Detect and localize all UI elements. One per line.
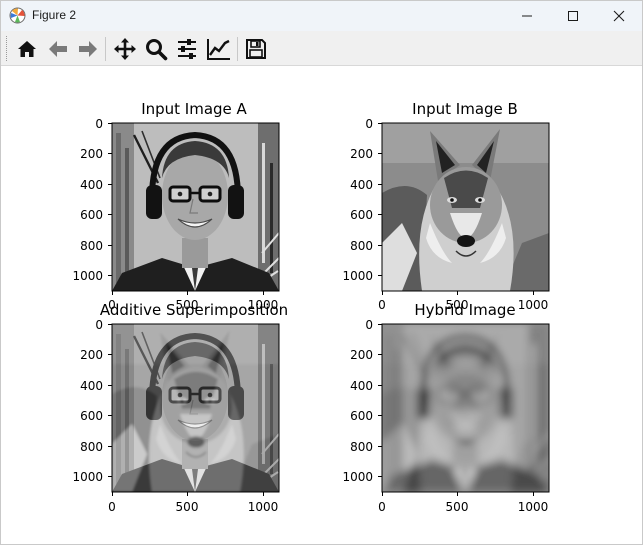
subplots-icon — [178, 39, 196, 59]
panel-additive-superimposition: Additive Superimposition 0 200 400 600 8… — [72, 301, 288, 514]
save-icon — [246, 39, 266, 59]
y-axis-a: 0 200 400 600 800 1000 — [72, 117, 112, 283]
y-tick-label: 400 — [350, 178, 373, 192]
image-input-a — [112, 123, 279, 291]
x-tick-label: 0 — [378, 500, 386, 514]
y-tick-label: 800 — [350, 440, 373, 454]
y-tick-label: 0 — [95, 318, 103, 332]
panel-hybrid-image: Hybrid Image 0 200 400 600 800 1000 0 50… — [342, 301, 550, 514]
save-button[interactable] — [242, 35, 270, 63]
matplotlib-app-icon — [9, 7, 26, 24]
close-icon — [613, 10, 625, 22]
y-tick-label: 200 — [80, 348, 103, 362]
navigation-toolbar — [1, 31, 642, 66]
figure-canvas[interactable]: Input Image A 0 200 400 600 800 1000 0 5… — [1, 67, 642, 544]
image-additive-superimposition — [112, 324, 279, 492]
y-tick-label: 200 — [80, 147, 103, 161]
edit-axis-button[interactable] — [205, 35, 233, 63]
home-icon — [18, 41, 36, 57]
x-tick-label: 0 — [108, 500, 116, 514]
back-button[interactable] — [44, 35, 72, 63]
window-title: Figure 2 — [32, 8, 77, 22]
y-tick-label: 600 — [80, 208, 103, 222]
back-arrow-icon — [49, 41, 67, 57]
x-axis-d: 0 500 1000 — [378, 492, 548, 514]
x-tick-label: 500 — [176, 500, 199, 514]
panel-input-image-a: Input Image A 0 200 400 600 800 1000 0 5… — [72, 100, 280, 312]
x-tick-label: 500 — [446, 500, 469, 514]
figure-svg: Input Image A 0 200 400 600 800 1000 0 5… — [72, 100, 550, 514]
y-tick-label: 1000 — [342, 269, 373, 283]
image-hybrid — [382, 324, 549, 492]
y-tick-label: 400 — [80, 379, 103, 393]
y-tick-label: 0 — [95, 117, 103, 131]
y-tick-label: 800 — [350, 239, 373, 253]
pan-button[interactable] — [111, 35, 139, 63]
y-tick-label: 1000 — [342, 470, 373, 484]
panel-title-c: Additive Superimposition — [100, 301, 288, 319]
y-tick-label: 600 — [80, 409, 103, 423]
panel-input-image-b: Input Image B 0 200 400 600 800 1000 0 5… — [342, 100, 550, 312]
toolbar-separator — [105, 37, 106, 61]
close-button[interactable] — [596, 1, 642, 31]
y-tick-label: 800 — [80, 440, 103, 454]
x-axis-c: 0 500 1000 — [108, 492, 278, 514]
toolbar-grip[interactable] — [6, 36, 9, 61]
pan-icon — [114, 38, 136, 60]
toolbar-separator — [237, 37, 238, 61]
figure-window: Figure 2 Input Image A 0 200 400 600 800… — [0, 0, 643, 545]
x-tick-label: 1000 — [518, 500, 549, 514]
configure-subplots-button[interactable] — [173, 35, 201, 63]
y-tick-label: 200 — [350, 348, 373, 362]
y-axis-c: 0 200 400 600 800 1000 — [72, 318, 112, 484]
zoom-button[interactable] — [142, 35, 170, 63]
minimize-icon — [522, 15, 532, 17]
y-axis-d: 0 200 400 600 800 1000 — [342, 318, 382, 484]
y-tick-label: 1000 — [72, 269, 103, 283]
home-button[interactable] — [13, 35, 41, 63]
y-tick-label: 200 — [350, 147, 373, 161]
y-tick-label: 0 — [365, 117, 373, 131]
title-bar[interactable]: Figure 2 — [1, 1, 642, 31]
forward-button[interactable] — [74, 35, 102, 63]
y-tick-label: 400 — [350, 379, 373, 393]
y-tick-label: 400 — [80, 178, 103, 192]
forward-arrow-icon — [79, 41, 97, 57]
panel-title-b: Input Image B — [412, 100, 518, 118]
y-tick-label: 600 — [350, 409, 373, 423]
maximize-icon — [568, 11, 578, 21]
image-input-b — [382, 123, 549, 291]
y-tick-label: 600 — [350, 208, 373, 222]
x-tick-label: 1000 — [248, 500, 279, 514]
y-tick-label: 0 — [365, 318, 373, 332]
y-tick-label: 800 — [80, 239, 103, 253]
y-tick-label: 1000 — [72, 470, 103, 484]
x-tick-label: 0 — [378, 298, 386, 312]
maximize-button[interactable] — [550, 1, 596, 31]
minimize-button[interactable] — [504, 1, 550, 31]
panel-title-d: Hybrid Image — [414, 301, 515, 319]
edit-axis-icon — [207, 39, 230, 60]
y-axis-b: 0 200 400 600 800 1000 — [342, 117, 382, 283]
panel-title-a: Input Image A — [141, 100, 247, 118]
x-tick-label: 1000 — [518, 298, 549, 312]
zoom-icon — [146, 39, 168, 61]
